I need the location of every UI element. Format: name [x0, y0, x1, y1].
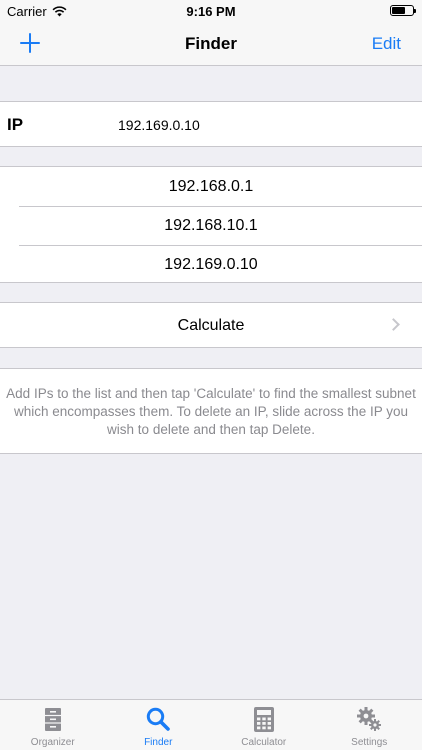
battery-icon [390, 5, 416, 16]
list-item[interactable]: 192.168.0.1 [0, 167, 422, 206]
tab-settings[interactable]: Settings [317, 700, 422, 750]
calculate-button[interactable]: Calculate [0, 302, 422, 348]
calculate-label: Calculate [177, 317, 245, 334]
tab-label: Settings [351, 737, 388, 748]
tab-calculator[interactable]: Calculator [211, 700, 317, 750]
info-section: Add IPs to the list and then tap 'Calcul… [0, 368, 422, 454]
calculator-icon [253, 707, 274, 732]
list-item[interactable]: 192.169.0.10 [0, 245, 422, 284]
ip-input[interactable] [118, 114, 408, 136]
info-text: Add IPs to the list and then tap 'Calcul… [6, 386, 416, 437]
organizer-icon [44, 708, 61, 731]
tab-label: Calculator [241, 737, 287, 748]
edit-button[interactable]: Edit [372, 34, 401, 54]
status-time: 9:16 PM [186, 4, 236, 19]
ip-entry-row: IP [0, 101, 422, 147]
tab-finder[interactable]: Finder [106, 700, 212, 750]
tab-label: Organizer [30, 737, 75, 748]
status-bar: Carrier 9:16 PM [0, 0, 422, 22]
tab-label: Finder [144, 737, 173, 748]
search-icon [147, 707, 171, 731]
navigation-bar: Finder Edit [0, 22, 422, 66]
gear-icon [357, 707, 382, 731]
ip-label: IP [7, 115, 24, 134]
tab-organizer[interactable]: Organizer [0, 700, 106, 750]
tab-bar: Organizer Finder Calculator Settings [0, 699, 422, 750]
list-item[interactable]: 192.168.10.1 [0, 206, 422, 245]
ip-list: 192.168.0.1 192.168.10.1 192.169.0.10 [0, 166, 422, 283]
page-title: Finder [185, 34, 237, 53]
